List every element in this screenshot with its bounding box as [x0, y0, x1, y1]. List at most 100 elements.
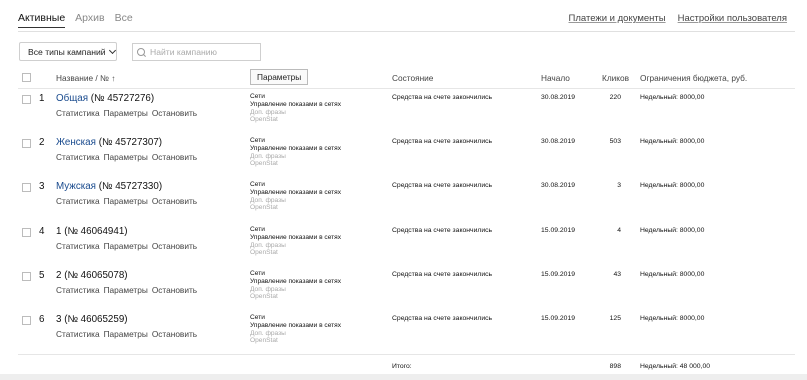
row-number: 1	[39, 93, 45, 104]
stats-link[interactable]: Статистика	[56, 196, 100, 206]
campaign-name[interactable]: 3	[56, 314, 61, 325]
table-row: 2 Женская (№ 45727307) Статистика Парамет…	[0, 134, 807, 178]
campaign-params: Сети Управление показами в сетях Доп. фраз…	[250, 93, 341, 124]
table-row: 5 2 (№ 46065078) Статистика Параметры Оста…	[0, 267, 807, 311]
params-link[interactable]: Параметры	[104, 285, 148, 295]
campaign-id: (№ 45727276)	[90, 93, 155, 104]
campaign-budget: Недельный: 8000,00	[640, 271, 705, 278]
campaign-name-link[interactable]: Мужская	[56, 181, 96, 192]
param-network-management: Управление показами в сетях	[250, 188, 342, 196]
stats-link[interactable]: Статистика	[56, 329, 100, 339]
totals-label: Итого:	[392, 363, 412, 370]
table-row: 6 3 (№ 46065259) Статистика Параметры Оста…	[0, 311, 807, 355]
tab-active[interactable]: Активные	[18, 12, 66, 28]
campaign-name[interactable]: 2	[56, 270, 61, 281]
params-link[interactable]: Параметры	[104, 329, 148, 339]
param-extra-phrases: Доп. фразы	[250, 285, 286, 293]
totals-budget: Недельный: 48 000,00	[640, 363, 711, 370]
column-state: Состояние	[392, 73, 434, 83]
row-checkbox[interactable]	[22, 95, 31, 104]
param-networks: Сети	[250, 270, 265, 277]
campaign-clicks: 220	[609, 94, 621, 101]
search-icon	[137, 47, 146, 57]
stop-link[interactable]: Остановить	[152, 196, 197, 206]
top-links: Платежи и документы Настройки пользовате…	[569, 13, 787, 24]
campaign-state: Средства на счете закончились	[392, 271, 493, 278]
row-checkbox[interactable]	[22, 228, 31, 237]
row-checkbox[interactable]	[22, 316, 31, 325]
campaign-title: 2 (№ 46065078)	[56, 270, 128, 281]
row-actions: Статистика Параметры Остановить	[56, 285, 197, 295]
column-start: Начало	[541, 73, 570, 83]
row-checkbox[interactable]	[22, 183, 31, 192]
select-all-checkbox[interactable]	[22, 73, 31, 82]
params-link[interactable]: Параметры	[104, 196, 148, 206]
campaign-budget: Недельный: 8000,00	[640, 182, 705, 189]
campaign-state: Средства на счете закончились	[392, 315, 493, 322]
user-settings-link[interactable]: Настройки пользователя	[678, 13, 787, 24]
campaign-clicks: 3	[617, 182, 621, 189]
tab-all[interactable]: Все	[115, 12, 133, 28]
param-openstat: OpenStat	[250, 337, 278, 345]
campaign-search[interactable]	[132, 43, 261, 61]
param-networks: Сети	[250, 314, 265, 321]
campaign-start: 30.08.2019	[541, 138, 576, 145]
campaign-name-link[interactable]: Общая	[56, 93, 88, 104]
campaign-id: (№ 46065259)	[64, 314, 128, 325]
table-row: 4 1 (№ 46064941) Статистика Параметры Оста…	[0, 223, 807, 267]
param-network-management: Управление показами в сетях	[250, 321, 342, 329]
campaign-clicks: 43	[613, 271, 621, 278]
divider	[18, 31, 795, 32]
params-link[interactable]: Параметры	[104, 108, 148, 118]
param-extra-phrases: Доп. фразы	[250, 108, 286, 116]
campaign-start: 30.08.2019	[541, 182, 576, 189]
param-networks: Сети	[250, 226, 265, 233]
stop-link[interactable]: Остановить	[152, 152, 197, 162]
divider	[18, 88, 795, 89]
campaign-budget: Недельный: 8000,00	[640, 227, 705, 234]
stop-link[interactable]: Остановить	[152, 241, 197, 251]
campaign-id: (№ 45727330)	[98, 181, 163, 192]
stats-link[interactable]: Статистика	[56, 152, 100, 162]
column-budget: Ограничения бюджета, руб.	[640, 73, 748, 83]
params-link[interactable]: Параметры	[104, 152, 148, 162]
campaign-params: Сети Управление показами в сетях Доп. фраз…	[250, 226, 341, 257]
campaign-params: Сети Управление показами в сетях Доп. фраз…	[250, 314, 341, 345]
table-row: 3 Мужская (№ 45727330) Статистика Парамет…	[0, 178, 807, 222]
column-name[interactable]: Название / № ↑	[56, 73, 115, 83]
params-button[interactable]: Параметры	[250, 69, 309, 85]
param-openstat: OpenStat	[250, 293, 278, 301]
params-link[interactable]: Параметры	[104, 241, 148, 251]
param-openstat: OpenStat	[250, 160, 278, 168]
stats-link[interactable]: Статистика	[56, 108, 100, 118]
stats-link[interactable]: Статистика	[56, 241, 100, 251]
campaign-clicks: 125	[609, 315, 621, 322]
campaign-name[interactable]: 1	[56, 226, 61, 237]
stop-link[interactable]: Остановить	[152, 108, 197, 118]
campaign-id: (№ 45727307)	[98, 137, 163, 148]
param-network-management: Управление показами в сетях	[250, 144, 342, 152]
campaign-start: 15.09.2019	[541, 227, 576, 234]
campaign-clicks: 4	[617, 227, 621, 234]
stop-link[interactable]: Остановить	[152, 285, 197, 295]
column-clicks: Кликов	[602, 73, 630, 83]
campaign-title: Мужская (№ 45727330)	[56, 181, 162, 192]
search-input[interactable]	[150, 47, 260, 57]
campaign-start: 15.09.2019	[541, 315, 576, 322]
campaign-title: Женская (№ 45727307)	[56, 137, 162, 148]
row-actions: Статистика Параметры Остановить	[56, 241, 197, 251]
row-checkbox[interactable]	[22, 139, 31, 148]
campaign-state: Средства на счете закончились	[392, 138, 493, 145]
payments-link[interactable]: Платежи и документы	[569, 13, 666, 24]
stats-link[interactable]: Статистика	[56, 285, 100, 295]
campaign-type-dropdown[interactable]: Все типы кампаний	[19, 42, 117, 61]
campaign-name-link[interactable]: Женская	[56, 137, 96, 148]
stop-link[interactable]: Остановить	[152, 329, 197, 339]
row-actions: Статистика Параметры Остановить	[56, 329, 197, 339]
tab-archive[interactable]: Архив	[75, 12, 104, 28]
row-actions: Статистика Параметры Остановить	[56, 196, 197, 206]
row-checkbox[interactable]	[22, 272, 31, 281]
status-tabs: Активные Архив Все	[18, 12, 133, 28]
param-network-management: Управление показами в сетях	[250, 233, 342, 241]
campaign-params: Сети Управление показами в сетях Доп. фраз…	[250, 181, 341, 212]
